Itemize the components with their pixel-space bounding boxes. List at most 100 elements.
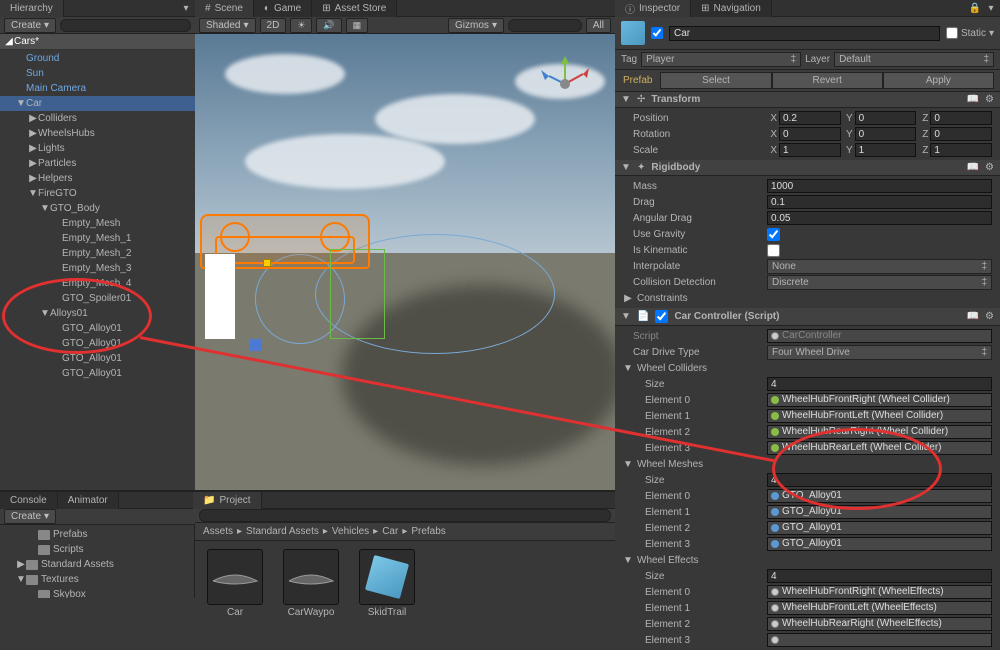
fx-toggle[interactable]: ▦ bbox=[346, 18, 369, 33]
collider-gizmo[interactable] bbox=[205, 254, 235, 339]
project-folder-item[interactable]: ▼Textures bbox=[0, 572, 194, 587]
object-reference-field[interactable]: GTO_Alloy01 bbox=[767, 489, 992, 503]
shading-mode-dropdown[interactable]: Shaded▾ bbox=[199, 18, 256, 33]
component-menu-icon[interactable]: ⚙ bbox=[985, 162, 994, 173]
project-search[interactable] bbox=[199, 509, 611, 522]
object-reference-field[interactable]: WheelHubFrontRight (WheelEffects) bbox=[767, 585, 992, 599]
asset-item[interactable]: Car bbox=[203, 549, 267, 618]
collider-gizmo[interactable] bbox=[330, 249, 385, 339]
rotation-z-input[interactable]: 0 bbox=[930, 127, 992, 141]
rotation-y-input[interactable]: 0 bbox=[855, 127, 917, 141]
foldout-icon[interactable]: ▶ bbox=[28, 173, 38, 184]
tab-scene[interactable]: #Scene bbox=[195, 0, 254, 17]
chevron-down-icon[interactable]: ▼ bbox=[623, 363, 633, 374]
lock-icon[interactable]: 🔒 bbox=[968, 1, 982, 15]
gameobject-name-input[interactable]: Car bbox=[669, 26, 940, 41]
foldout-icon[interactable]: ▼ bbox=[40, 203, 50, 214]
component-enabled-checkbox[interactable] bbox=[655, 310, 668, 323]
use-gravity-checkbox[interactable] bbox=[767, 228, 780, 241]
hierarchy-item[interactable]: Sun bbox=[0, 66, 195, 81]
gameobject-icon[interactable] bbox=[621, 21, 645, 45]
rotation-x-input[interactable]: 0 bbox=[779, 127, 841, 141]
gizmos-dropdown[interactable]: Gizmos▾ bbox=[448, 18, 504, 33]
foldout-icon[interactable]: ▶ bbox=[28, 143, 38, 154]
project-create-button[interactable]: Create▾ bbox=[4, 509, 56, 524]
tab-console[interactable]: Console bbox=[0, 492, 58, 509]
prefab-select-button[interactable]: Select bbox=[660, 72, 771, 89]
object-reference-field[interactable] bbox=[767, 633, 992, 647]
position-y-input[interactable]: 0 bbox=[855, 111, 917, 125]
hierarchy-item[interactable]: GTO_Alloy01 bbox=[0, 366, 195, 381]
drive-type-dropdown[interactable]: Four Wheel Drive‡ bbox=[767, 345, 992, 360]
angular-drag-input[interactable]: 0.05 bbox=[767, 211, 992, 225]
hierarchy-item[interactable]: GTO_Alloy01 bbox=[0, 321, 195, 336]
hierarchy-create-button[interactable]: Create▾ bbox=[4, 18, 56, 33]
hierarchy-item[interactable]: Ground bbox=[0, 51, 195, 66]
hierarchy-item[interactable]: Empty_Mesh_2 bbox=[0, 246, 195, 261]
chevron-down-icon[interactable]: ▼ bbox=[621, 162, 631, 173]
hierarchy-item[interactable]: ▶WheelsHubs bbox=[0, 126, 195, 141]
chevron-down-icon[interactable]: ▼ bbox=[621, 311, 631, 322]
tab-inspector[interactable]: ⓘInspector bbox=[615, 0, 691, 17]
all-filter[interactable]: All bbox=[586, 18, 611, 33]
rigidbody-component-header[interactable]: ▼ ✦ Rigidbody 📖 ⚙ bbox=[615, 160, 1000, 176]
hierarchy-item[interactable]: Empty_Mesh_4 bbox=[0, 276, 195, 291]
car-controller-component-header[interactable]: ▼ 📄 Car Controller (Script) 📖 ⚙ bbox=[615, 308, 1000, 326]
breadcrumb-item[interactable]: Vehicles bbox=[332, 526, 369, 537]
chevron-down-icon[interactable]: ▼ bbox=[623, 555, 633, 566]
foldout-icon[interactable]: ▼ bbox=[16, 98, 26, 109]
tab-animator[interactable]: Animator bbox=[58, 492, 119, 509]
hierarchy-item[interactable]: ▼Car bbox=[0, 96, 195, 111]
tab-navigation[interactable]: ⊞Navigation bbox=[691, 0, 772, 17]
hierarchy-item[interactable]: ▶Particles bbox=[0, 156, 195, 171]
component-menu-icon[interactable]: ⚙ bbox=[985, 311, 994, 322]
tag-dropdown[interactable]: Player‡ bbox=[641, 52, 801, 67]
object-reference-field[interactable]: GTO_Alloy01 bbox=[767, 537, 992, 551]
object-reference-field[interactable]: WheelHubRearLeft (Wheel Collider) bbox=[767, 441, 992, 455]
component-help-icon[interactable]: 📖 bbox=[967, 94, 979, 105]
position-z-input[interactable]: 0 bbox=[930, 111, 992, 125]
project-folder-item[interactable]: Skybox bbox=[0, 587, 194, 598]
mass-input[interactable]: 1000 bbox=[767, 179, 992, 193]
script-field[interactable]: CarController bbox=[767, 329, 992, 343]
object-reference-field[interactable]: GTO_Alloy01 bbox=[767, 505, 992, 519]
foldout-icon[interactable]: ▶ bbox=[28, 158, 38, 169]
hierarchy-item[interactable]: ▼GTO_Body bbox=[0, 201, 195, 216]
static-dropdown[interactable]: ▾ bbox=[989, 28, 994, 39]
hierarchy-item[interactable]: Main Camera bbox=[0, 81, 195, 96]
panel-menu-icon[interactable]: ▾ bbox=[179, 1, 193, 15]
object-reference-field[interactable]: WheelHubRearRight (Wheel Collider) bbox=[767, 425, 992, 439]
scene-header[interactable]: ◢ Cars* bbox=[0, 34, 195, 50]
prefab-apply-button[interactable]: Apply bbox=[883, 72, 994, 89]
hierarchy-item[interactable]: GTO_Spoiler01 bbox=[0, 291, 195, 306]
project-folder-item[interactable]: Prefabs bbox=[0, 527, 194, 542]
collision-detection-dropdown[interactable]: Discrete‡ bbox=[767, 275, 992, 290]
chevron-down-icon[interactable]: ▼ bbox=[621, 94, 631, 105]
hierarchy-item[interactable]: ▼Alloys01 bbox=[0, 306, 195, 321]
foldout-icon[interactable]: ▼ bbox=[28, 188, 38, 199]
gameobject-active-checkbox[interactable] bbox=[651, 27, 663, 39]
chevron-down-icon[interactable]: ▼ bbox=[623, 459, 633, 470]
object-reference-field[interactable]: WheelHubRearRight (WheelEffects) bbox=[767, 617, 992, 631]
breadcrumb-item[interactable]: Assets bbox=[203, 526, 233, 537]
is-kinematic-checkbox[interactable] bbox=[767, 244, 780, 257]
wheel-colliders-size[interactable]: 4 bbox=[767, 377, 992, 391]
drag-input[interactable]: 0.1 bbox=[767, 195, 992, 209]
breadcrumb-item[interactable]: Prefabs bbox=[411, 526, 445, 537]
prefab-revert-button[interactable]: Revert bbox=[772, 72, 883, 89]
interpolate-dropdown[interactable]: None‡ bbox=[767, 259, 992, 274]
foldout-icon[interactable]: ▼ bbox=[40, 308, 50, 319]
hierarchy-item[interactable]: Empty_Mesh bbox=[0, 216, 195, 231]
breadcrumb-item[interactable]: Car bbox=[382, 526, 398, 537]
hierarchy-item[interactable]: ▼FireGTO bbox=[0, 186, 195, 201]
layer-dropdown[interactable]: Default‡ bbox=[834, 52, 994, 67]
chevron-right-icon[interactable]: ▶ bbox=[623, 293, 633, 304]
hierarchy-item[interactable]: GTO_Alloy01 bbox=[0, 351, 195, 366]
tab-asset-store[interactable]: ⊞Asset Store bbox=[312, 0, 397, 17]
project-folder-item[interactable]: Scripts bbox=[0, 542, 194, 557]
asset-item[interactable]: CarWaypo bbox=[279, 549, 343, 618]
tab-project[interactable]: 📁Project bbox=[193, 492, 262, 509]
hierarchy-item[interactable]: ▶Helpers bbox=[0, 171, 195, 186]
object-reference-field[interactable]: WheelHubFrontLeft (Wheel Collider) bbox=[767, 409, 992, 423]
tab-hierarchy[interactable]: Hierarchy bbox=[0, 0, 64, 17]
